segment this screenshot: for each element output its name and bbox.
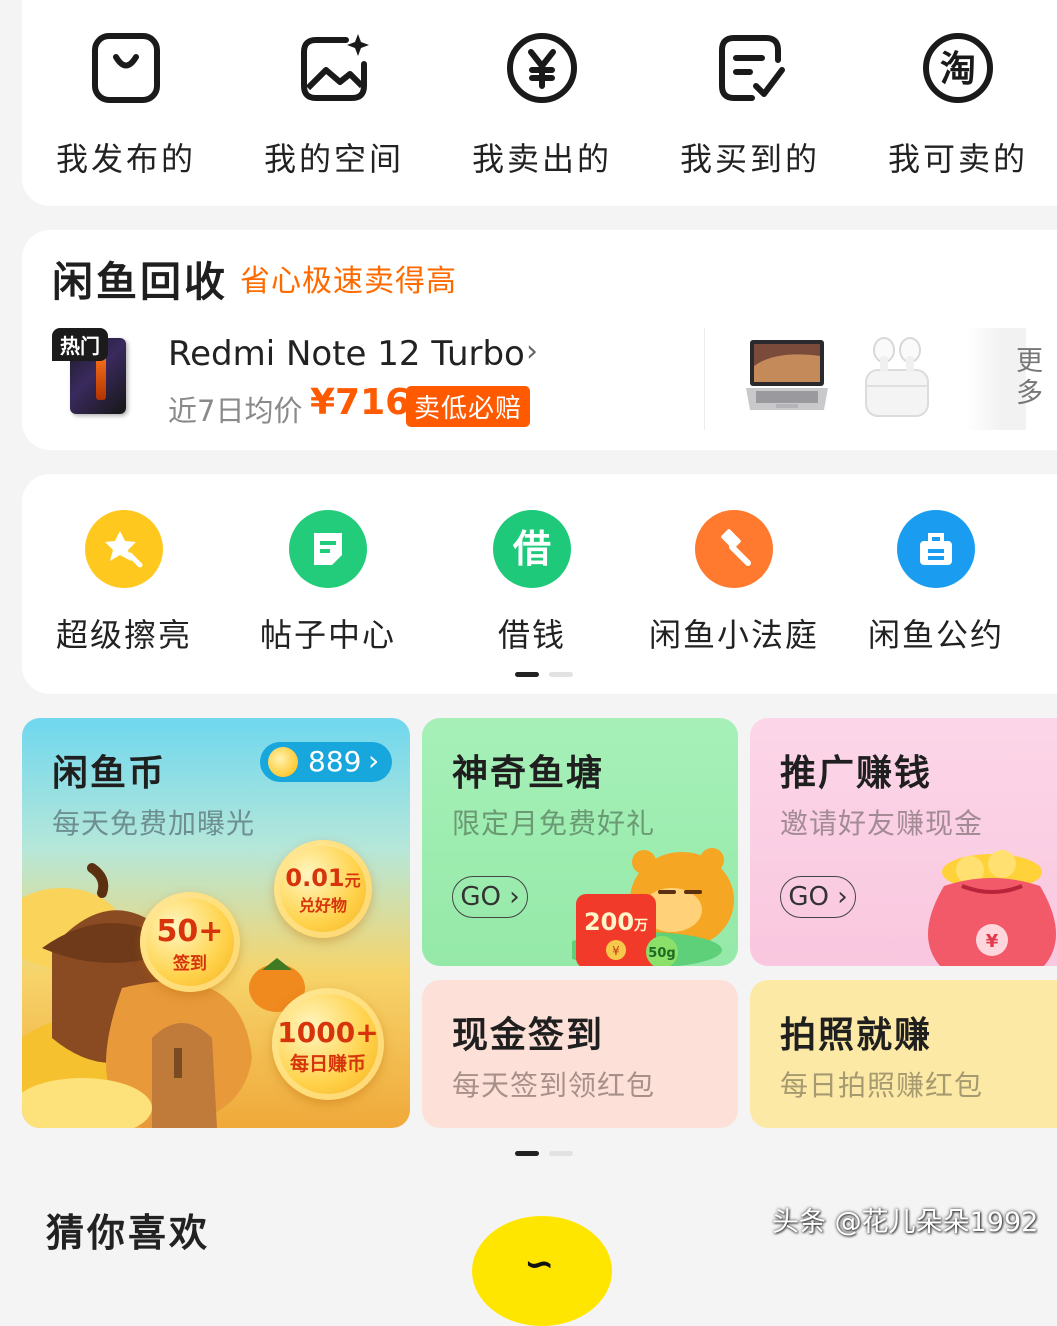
- cash-signin-card[interactable]: 现金签到 每天签到领红包: [422, 980, 738, 1128]
- average-price-label: 近7日均价: [168, 394, 303, 428]
- tool-label: 帖子中心: [259, 616, 396, 654]
- photo-earn-card[interactable]: 拍照就赚 每日拍照赚红包: [750, 980, 1057, 1128]
- bag-icon: [92, 33, 160, 103]
- xianyu-coin-card[interactable]: 闲鱼币 每天免费加曝光 889 › 0.01元 兑好物 50+ 签到 1000+…: [22, 718, 410, 1128]
- svg-text:¥: ¥: [986, 931, 999, 952]
- document-icon: [289, 510, 367, 588]
- shortcut-my-space[interactable]: 我的空间: [234, 30, 434, 180]
- shortcut-label: 我买到的: [679, 140, 820, 178]
- watermark: 头条 @花儿朵朵1992: [772, 1207, 1039, 1238]
- svg-text:¥: ¥: [612, 944, 620, 958]
- gavel-icon: [695, 510, 773, 588]
- tool-super-polish[interactable]: 超级擦亮: [24, 510, 224, 656]
- shortcut-my-bought[interactable]: 我买到的: [650, 30, 850, 180]
- svg-text:淘: 淘: [940, 49, 976, 90]
- shortcut-my-sellable[interactable]: 淘 我可卖的: [858, 30, 1057, 180]
- cash-subtitle: 每天签到领红包: [452, 1069, 656, 1102]
- recycle-slogan: 省心极速卖得高: [240, 264, 457, 299]
- xianyu-logo-button[interactable]: ∽: [472, 1216, 612, 1326]
- briefcase-icon: [897, 510, 975, 588]
- shortcut-my-sold[interactable]: 我卖出的: [442, 30, 642, 180]
- my-trades-card: 我发布的 我的空间 我卖出的 我买到的 淘 我可卖的: [22, 0, 1057, 206]
- coin-subtitle: 每天免费加曝光: [52, 807, 256, 840]
- borrow-icon: 借: [493, 510, 571, 588]
- order-check-icon: [719, 35, 785, 101]
- cash-title: 现金签到: [452, 1015, 605, 1056]
- pager-dot: [549, 672, 573, 677]
- shortcut-label: 我的空间: [263, 140, 404, 178]
- coin-title: 闲鱼币: [52, 753, 167, 794]
- image-sparkle-icon: [301, 34, 369, 101]
- tools-card: 超级擦亮 帖子中心 借 借钱 闲鱼小法庭 闲鱼公约: [22, 474, 1057, 694]
- more-link[interactable]: 更多: [1016, 346, 1046, 410]
- guarantee-badge: 卖低必赔: [406, 386, 531, 427]
- product-name[interactable]: Redmi Note 12 Turbo: [168, 334, 525, 374]
- product-thumbnail[interactable]: 热门: [52, 328, 132, 416]
- recycle-card: 闲鱼回收 省心极速卖得高 热门 Redmi Note 12 Turbo › 近7…: [22, 230, 1057, 450]
- laptop-image[interactable]: [746, 336, 828, 414]
- yuan-circle-icon: [507, 33, 577, 103]
- pond-title: 神奇鱼塘: [452, 753, 605, 794]
- promo-title: 推广赚钱: [780, 753, 933, 794]
- shortcut-label: 我可卖的: [887, 140, 1028, 178]
- divider: [704, 328, 705, 430]
- average-price: ¥716: [310, 382, 411, 423]
- promotion-earn-card[interactable]: 推广赚钱 邀请好友赚现金 GO › ¥: [750, 718, 1057, 966]
- coin-balance-button[interactable]: 889 ›: [260, 742, 392, 782]
- star-sparkle-icon: [85, 510, 163, 588]
- shortcut-label: 我发布的: [55, 140, 196, 178]
- shortcut-my-published[interactable]: 我发布的: [26, 30, 226, 180]
- guess-you-like-title: 猜你喜欢: [46, 1211, 211, 1255]
- tool-label: 闲鱼小法庭: [648, 616, 819, 654]
- logo-mark: ∽: [524, 1244, 555, 1285]
- tool-label: 闲鱼公约: [867, 616, 1004, 654]
- shortcut-label: 我卖出的: [471, 140, 612, 178]
- tool-small-court[interactable]: 闲鱼小法庭: [634, 510, 834, 656]
- promo-go-button[interactable]: GO ›: [780, 876, 856, 918]
- earbuds-image[interactable]: [862, 330, 932, 420]
- pond-illustration: 200万 ¥ 50g: [572, 848, 734, 966]
- photo-subtitle: 每日拍照赚红包: [780, 1069, 984, 1102]
- activities-pager-dot: [549, 1151, 573, 1156]
- tool-borrow[interactable]: 借 借钱: [432, 510, 632, 656]
- chevron-right-icon: ›: [368, 744, 380, 777]
- activities-pager-dot-active: [515, 1151, 539, 1156]
- chevron-right-icon[interactable]: ›: [526, 334, 538, 369]
- hot-badge: 热门: [52, 328, 108, 361]
- recycle-title[interactable]: 闲鱼回收: [52, 248, 228, 308]
- coin-medal-signin: 50+ 签到: [140, 892, 240, 992]
- coin-balance: 889: [308, 745, 362, 778]
- pond-go-button[interactable]: GO ›: [452, 876, 528, 918]
- svg-text:50g: 50g: [648, 946, 675, 961]
- pager-dot-active: [515, 672, 539, 677]
- magic-pond-card[interactable]: 神奇鱼塘 限定月免费好礼 GO › 200万 ¥ 50g: [422, 718, 738, 966]
- tool-label: 借钱: [497, 616, 566, 654]
- coin-medal-daily: 1000+ 每日赚币: [272, 988, 384, 1100]
- tool-post-center[interactable]: 帖子中心: [228, 510, 428, 656]
- photo-title: 拍照就赚: [780, 1015, 933, 1056]
- tool-convention[interactable]: 闲鱼公约: [836, 510, 1036, 656]
- promo-subtitle: 邀请好友赚现金: [780, 807, 984, 840]
- coin-icon: [268, 747, 298, 777]
- coin-medal-redeem: 0.01元 兑好物: [274, 840, 372, 938]
- taobao-icon: 淘: [923, 33, 993, 103]
- tool-label: 超级擦亮: [55, 616, 192, 654]
- money-bag-illustration: ¥: [928, 850, 1056, 966]
